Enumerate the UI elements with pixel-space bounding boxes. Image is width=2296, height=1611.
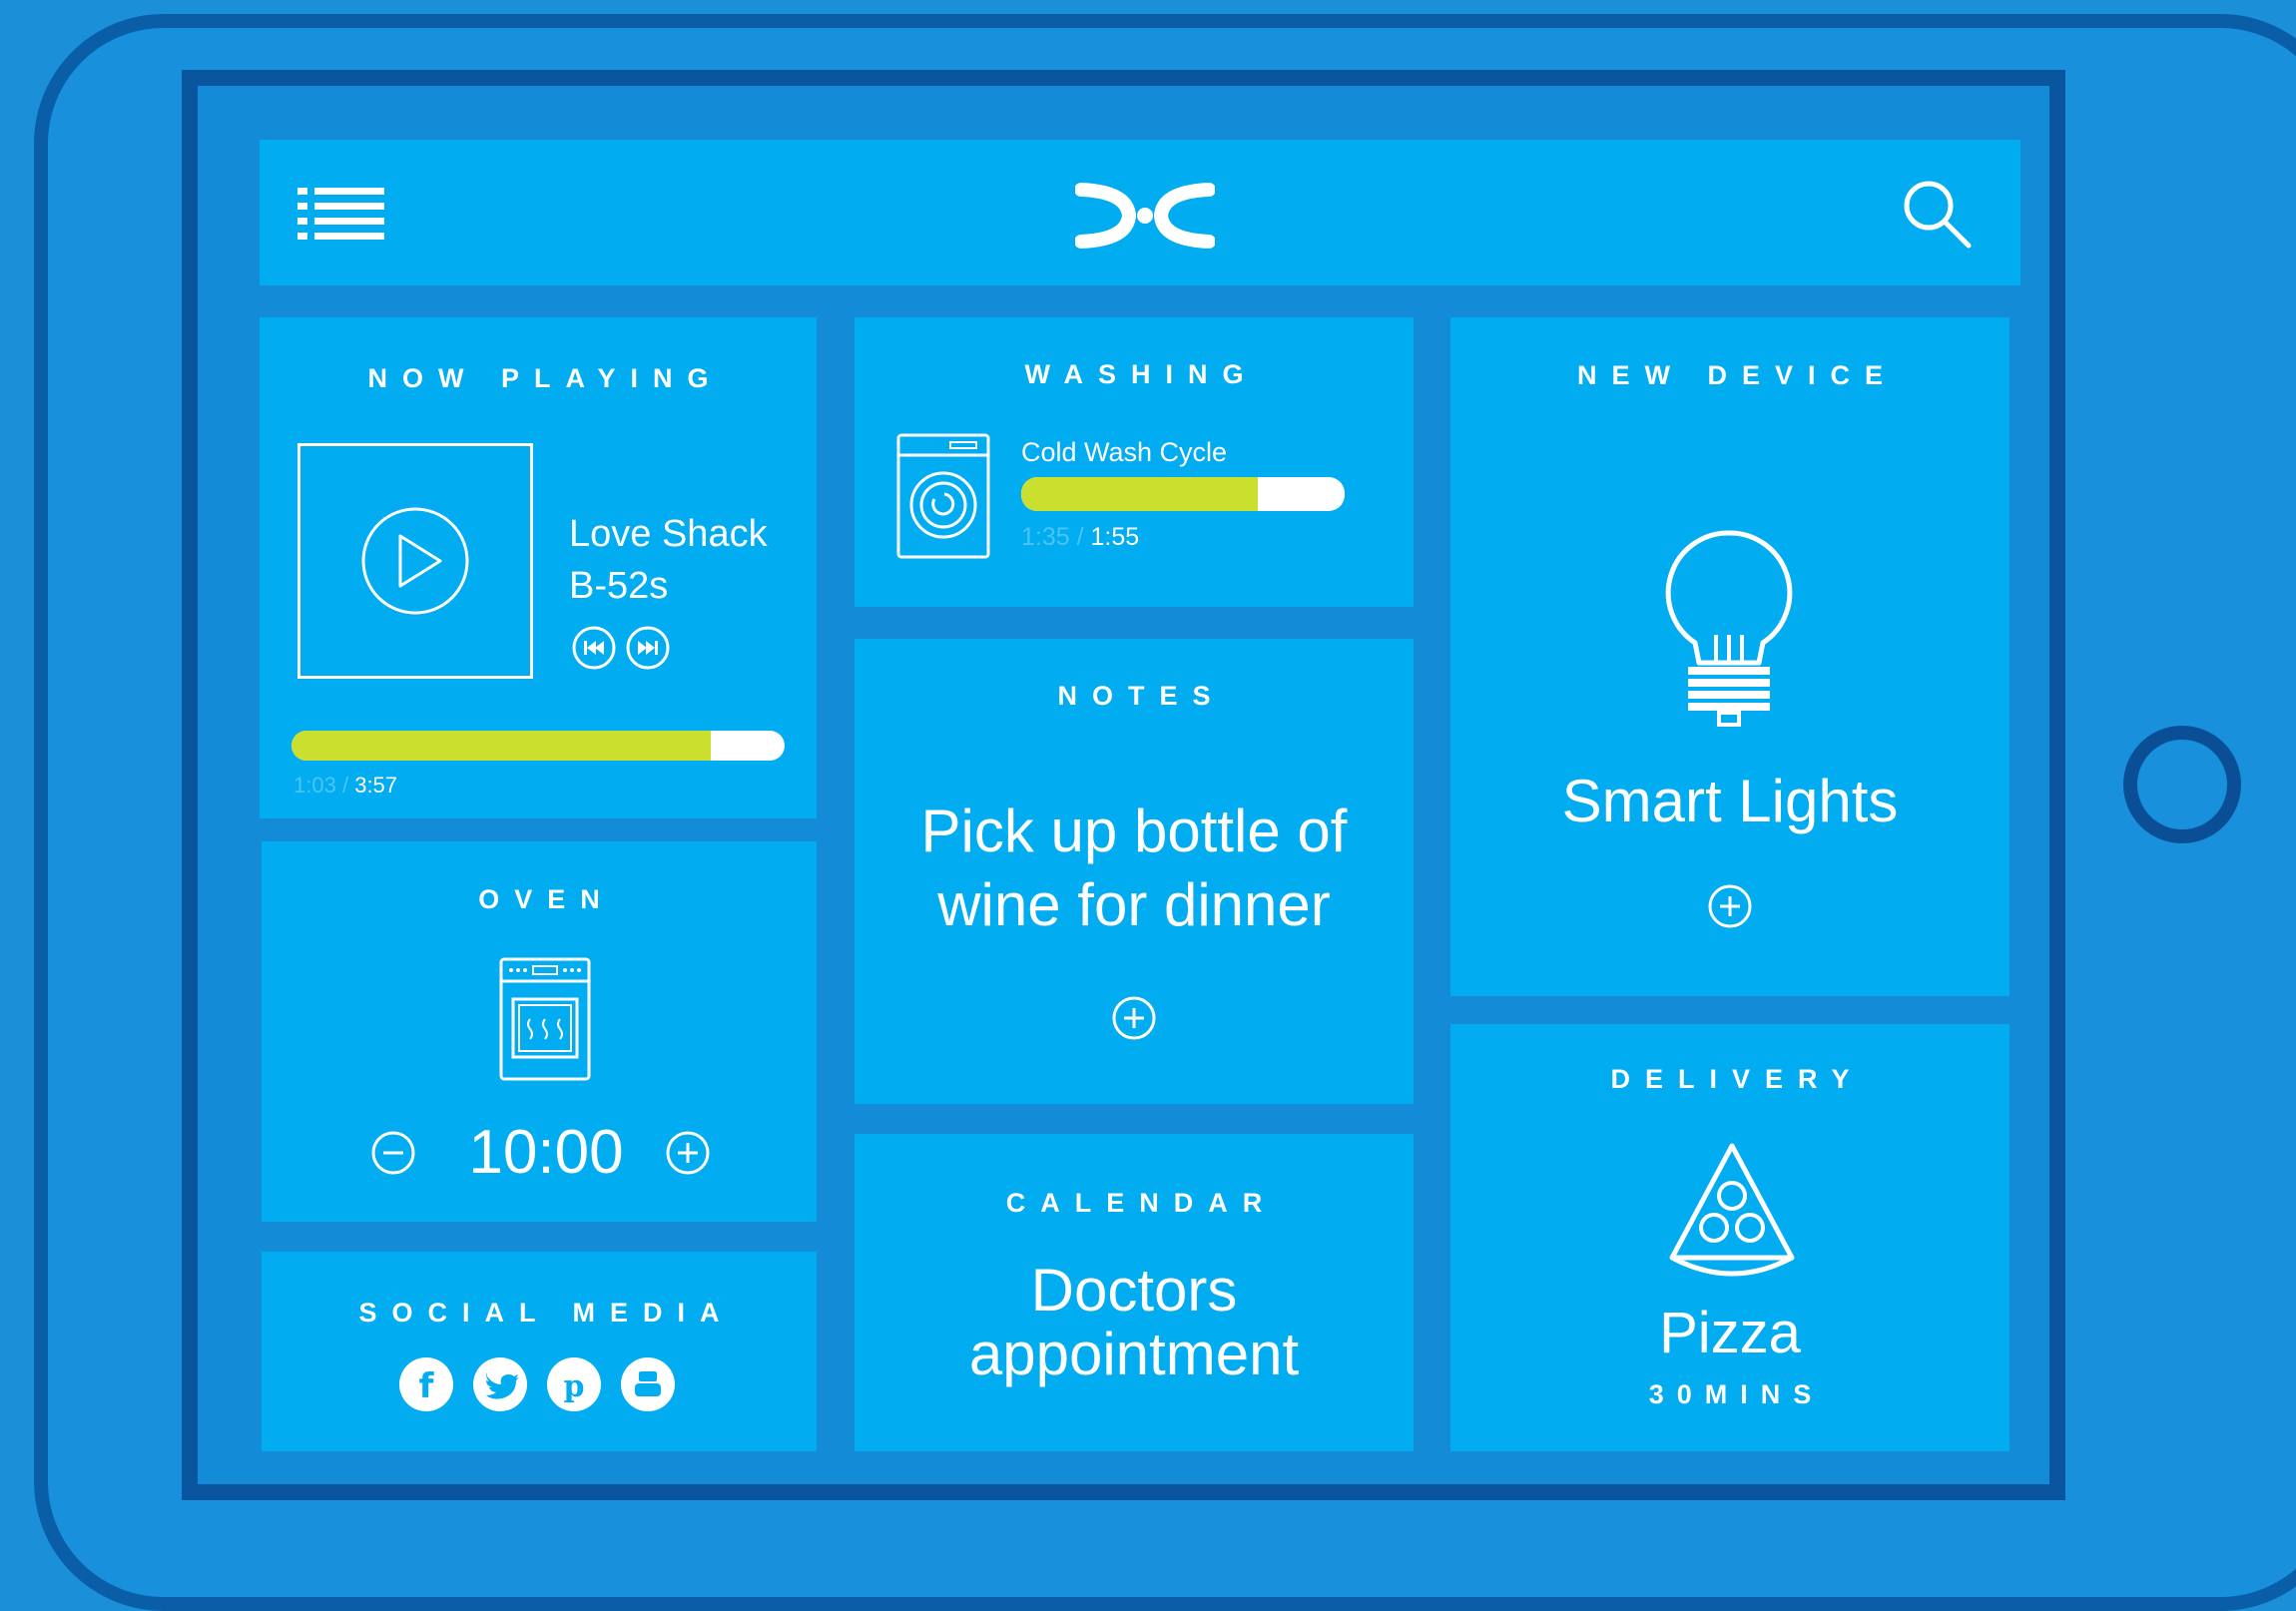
social-media-title: SOCIAL MEDIA bbox=[358, 1298, 735, 1328]
add-device-icon[interactable] bbox=[1708, 884, 1752, 928]
pinterest-icon[interactable]: p bbox=[547, 1357, 601, 1411]
increase-timer-icon[interactable] bbox=[666, 1131, 710, 1175]
album-art[interactable] bbox=[297, 443, 533, 679]
notes-title: NOTES bbox=[1057, 681, 1226, 711]
delivery-title: DELIVERY bbox=[1610, 1064, 1865, 1094]
calendar-tile: CALENDAR Doctors appointment bbox=[855, 1134, 1414, 1451]
facebook-icon[interactable]: f bbox=[399, 1357, 453, 1411]
home-button[interactable] bbox=[2123, 726, 2241, 843]
now-playing-title: NOW PLAYING bbox=[367, 363, 724, 393]
new-device-tile: NEW DEVICE Smart Lights bbox=[1450, 317, 2009, 996]
washing-tile: WASHING Cold Wash Cycle 1:35 / 1:55 bbox=[855, 317, 1414, 607]
song-title: Love Shack bbox=[569, 513, 768, 555]
song-elapsed: 1:03 bbox=[293, 773, 336, 798]
washing-title: WASHING bbox=[1024, 359, 1259, 389]
pizza-icon bbox=[1662, 1140, 1802, 1280]
washing-machine-icon bbox=[896, 433, 990, 559]
note-text-line-1: Pick up bottle of bbox=[920, 798, 1348, 864]
oven-timer: 10:00 bbox=[468, 1118, 624, 1187]
calendar-event-line-2: appointment bbox=[968, 1321, 1300, 1387]
search-icon[interactable] bbox=[1901, 178, 1973, 250]
wash-cycle-label: Cold Wash Cycle bbox=[1021, 437, 1228, 467]
social-media-tile: SOCIAL MEDIA f p bbox=[262, 1252, 817, 1451]
song-time: 1:03 / 3:57 bbox=[293, 773, 397, 799]
song-progress-fill bbox=[291, 731, 711, 761]
wash-time-separator: / bbox=[1076, 523, 1084, 551]
light-bulb-icon bbox=[1664, 529, 1794, 729]
next-track-icon[interactable] bbox=[626, 626, 670, 670]
song-artist: B-52s bbox=[569, 565, 669, 607]
decrease-timer-icon[interactable] bbox=[371, 1131, 415, 1175]
note-text-line-2: wine for dinner bbox=[937, 871, 1331, 938]
wash-progress-bar[interactable] bbox=[1021, 477, 1345, 511]
calendar-event-line-1: Doctors bbox=[1030, 1257, 1238, 1324]
delivery-tile: DELIVERY Pizza 30MINS bbox=[1450, 1024, 2009, 1451]
song-duration: 3:57 bbox=[354, 773, 398, 798]
wash-duration: 1:55 bbox=[1090, 523, 1140, 551]
delivery-eta: 30MINS bbox=[1648, 1379, 1825, 1409]
oven-tile: OVEN 10:00 bbox=[262, 841, 817, 1222]
wash-time: 1:35 / 1:55 bbox=[1021, 523, 1139, 552]
song-progress-bar[interactable] bbox=[291, 731, 785, 761]
svg-text:f: f bbox=[419, 1366, 435, 1406]
svg-text:p: p bbox=[564, 1369, 585, 1404]
add-note-icon[interactable] bbox=[1112, 996, 1156, 1040]
oven-icon bbox=[499, 957, 591, 1081]
twitter-icon[interactable] bbox=[473, 1357, 527, 1411]
oven-title: OVEN bbox=[478, 884, 615, 914]
calendar-title: CALENDAR bbox=[1005, 1188, 1278, 1218]
delivery-item: Pizza bbox=[1659, 1301, 1801, 1365]
wash-progress-fill bbox=[1021, 477, 1258, 511]
header-bar bbox=[260, 140, 2020, 285]
notes-tile: NOTES Pick up bottle of wine for dinner bbox=[855, 639, 1414, 1104]
new-device-title: NEW DEVICE bbox=[1576, 360, 1899, 390]
song-time-separator: / bbox=[341, 773, 349, 798]
now-playing-tile: NOW PLAYING Love Shack B-52s 1:03 / 3:57 bbox=[260, 317, 817, 818]
play-icon[interactable] bbox=[360, 506, 470, 616]
menu-list-icon[interactable] bbox=[297, 188, 387, 240]
youtube-icon[interactable] bbox=[621, 1357, 675, 1411]
screen: NOW PLAYING Love Shack B-52s 1:03 / 3:57… bbox=[182, 70, 2065, 1500]
previous-track-icon[interactable] bbox=[572, 626, 616, 670]
wash-elapsed: 1:35 bbox=[1021, 523, 1070, 551]
device-name: Smart Lights bbox=[1561, 768, 1899, 834]
brand-logo-icon[interactable] bbox=[1075, 178, 1215, 254]
